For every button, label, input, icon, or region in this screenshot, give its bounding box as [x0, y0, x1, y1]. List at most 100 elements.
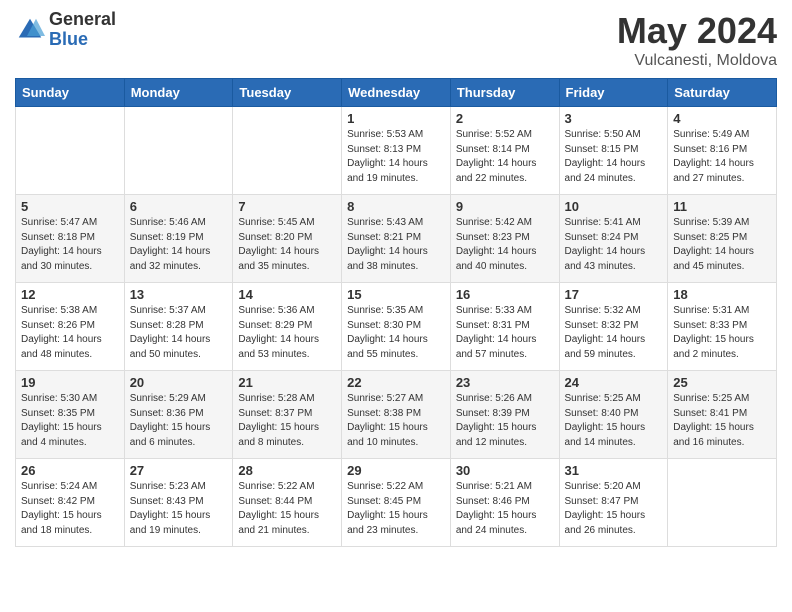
- day-number: 4: [673, 111, 771, 126]
- day-cell: 1 Sunrise: 5:53 AMSunset: 8:13 PMDaylight…: [342, 107, 451, 195]
- day-cell: 26 Sunrise: 5:24 AMSunset: 8:42 PMDayligh…: [16, 459, 125, 547]
- day-cell: 29 Sunrise: 5:22 AMSunset: 8:45 PMDayligh…: [342, 459, 451, 547]
- day-info: Sunrise: 5:45 AMSunset: 8:20 PMDaylight:…: [238, 216, 336, 274]
- day-number: 30: [456, 463, 554, 478]
- day-number: 27: [130, 463, 228, 478]
- col-header-wednesday: Wednesday: [342, 79, 451, 107]
- day-cell: 21 Sunrise: 5:28 AMSunset: 8:37 PMDayligh…: [233, 371, 342, 459]
- day-number: 9: [456, 199, 554, 214]
- week-row-2: 5 Sunrise: 5:47 AMSunset: 8:18 PMDaylight…: [16, 195, 777, 283]
- day-info: Sunrise: 5:33 AMSunset: 8:31 PMDaylight:…: [456, 304, 554, 362]
- day-cell: 19 Sunrise: 5:30 AMSunset: 8:35 PMDayligh…: [16, 371, 125, 459]
- day-number: 20: [130, 375, 228, 390]
- week-row-1: 1 Sunrise: 5:53 AMSunset: 8:13 PMDaylight…: [16, 107, 777, 195]
- day-number: 13: [130, 287, 228, 302]
- day-info: Sunrise: 5:22 AMSunset: 8:45 PMDaylight:…: [347, 480, 445, 538]
- day-number: 8: [347, 199, 445, 214]
- col-header-monday: Monday: [124, 79, 233, 107]
- day-cell: 30 Sunrise: 5:21 AMSunset: 8:46 PMDayligh…: [450, 459, 559, 547]
- day-info: Sunrise: 5:25 AMSunset: 8:41 PMDaylight:…: [673, 392, 771, 450]
- day-info: Sunrise: 5:47 AMSunset: 8:18 PMDaylight:…: [21, 216, 119, 274]
- day-number: 31: [565, 463, 663, 478]
- logo: General Blue: [15, 10, 116, 50]
- day-number: 22: [347, 375, 445, 390]
- day-info: Sunrise: 5:26 AMSunset: 8:39 PMDaylight:…: [456, 392, 554, 450]
- day-info: Sunrise: 5:46 AMSunset: 8:19 PMDaylight:…: [130, 216, 228, 274]
- day-number: 10: [565, 199, 663, 214]
- day-number: 24: [565, 375, 663, 390]
- col-header-sunday: Sunday: [16, 79, 125, 107]
- day-number: 6: [130, 199, 228, 214]
- day-number: 21: [238, 375, 336, 390]
- header-row: SundayMondayTuesdayWednesdayThursdayFrid…: [16, 79, 777, 107]
- day-cell: 31Sunrise: 5:20 AMSunset: 8:47 PMDayligh…: [559, 459, 668, 547]
- day-info: Sunrise: 5:52 AMSunset: 8:14 PMDaylight:…: [456, 128, 554, 186]
- col-header-saturday: Saturday: [668, 79, 777, 107]
- logo-text: General Blue: [49, 10, 116, 50]
- day-cell: 4Sunrise: 5:49 AMSunset: 8:16 PMDaylight…: [668, 107, 777, 195]
- day-info: Sunrise: 5:39 AMSunset: 8:25 PMDaylight:…: [673, 216, 771, 274]
- title-block: May 2024 Vulcanesti, Moldova: [617, 10, 777, 70]
- day-info: Sunrise: 5:43 AMSunset: 8:21 PMDaylight:…: [347, 216, 445, 274]
- day-number: 2: [456, 111, 554, 126]
- day-info: Sunrise: 5:41 AMSunset: 8:24 PMDaylight:…: [565, 216, 663, 274]
- week-row-5: 26 Sunrise: 5:24 AMSunset: 8:42 PMDayligh…: [16, 459, 777, 547]
- day-info: Sunrise: 5:31 AMSunset: 8:33 PMDaylight:…: [673, 304, 771, 362]
- day-cell: 22 Sunrise: 5:27 AMSunset: 8:38 PMDayligh…: [342, 371, 451, 459]
- col-header-friday: Friday: [559, 79, 668, 107]
- day-cell: 25 Sunrise: 5:25 AMSunset: 8:41 PMDayligh…: [668, 371, 777, 459]
- logo-icon: [15, 15, 45, 45]
- day-number: 7: [238, 199, 336, 214]
- main-title: May 2024: [617, 10, 777, 52]
- day-info: Sunrise: 5:30 AMSunset: 8:35 PMDaylight:…: [21, 392, 119, 450]
- day-number: 18: [673, 287, 771, 302]
- day-cell: [668, 459, 777, 547]
- day-number: 25: [673, 375, 771, 390]
- subtitle: Vulcanesti, Moldova: [617, 52, 777, 70]
- day-cell: 9Sunrise: 5:42 AMSunset: 8:23 PMDaylight…: [450, 195, 559, 283]
- day-cell: 7 Sunrise: 5:45 AMSunset: 8:20 PMDaylight…: [233, 195, 342, 283]
- day-info: Sunrise: 5:28 AMSunset: 8:37 PMDaylight:…: [238, 392, 336, 450]
- day-info: Sunrise: 5:24 AMSunset: 8:42 PMDaylight:…: [21, 480, 119, 538]
- day-cell: 8 Sunrise: 5:43 AMSunset: 8:21 PMDaylight…: [342, 195, 451, 283]
- day-info: Sunrise: 5:53 AMSunset: 8:13 PMDaylight:…: [347, 128, 445, 186]
- header: General Blue May 2024 Vulcanesti, Moldov…: [15, 10, 777, 70]
- day-cell: 16 Sunrise: 5:33 AMSunset: 8:31 PMDayligh…: [450, 283, 559, 371]
- day-number: 29: [347, 463, 445, 478]
- day-number: 1: [347, 111, 445, 126]
- day-info: Sunrise: 5:23 AMSunset: 8:43 PMDaylight:…: [130, 480, 228, 538]
- day-number: 16: [456, 287, 554, 302]
- day-cell: 11 Sunrise: 5:39 AMSunset: 8:25 PMDayligh…: [668, 195, 777, 283]
- day-info: Sunrise: 5:29 AMSunset: 8:36 PMDaylight:…: [130, 392, 228, 450]
- logo-blue-text: Blue: [49, 30, 116, 50]
- day-info: Sunrise: 5:32 AMSunset: 8:32 PMDaylight:…: [565, 304, 663, 362]
- day-number: 17: [565, 287, 663, 302]
- day-cell: 20 Sunrise: 5:29 AMSunset: 8:36 PMDayligh…: [124, 371, 233, 459]
- day-number: 5: [21, 199, 119, 214]
- col-header-thursday: Thursday: [450, 79, 559, 107]
- day-cell: [124, 107, 233, 195]
- day-cell: 23 Sunrise: 5:26 AMSunset: 8:39 PMDayligh…: [450, 371, 559, 459]
- day-number: 26: [21, 463, 119, 478]
- day-cell: 3Sunrise: 5:50 AMSunset: 8:15 PMDaylight…: [559, 107, 668, 195]
- day-info: Sunrise: 5:27 AMSunset: 8:38 PMDaylight:…: [347, 392, 445, 450]
- week-row-4: 19 Sunrise: 5:30 AMSunset: 8:35 PMDayligh…: [16, 371, 777, 459]
- day-number: 23: [456, 375, 554, 390]
- day-cell: [16, 107, 125, 195]
- day-cell: 18 Sunrise: 5:31 AMSunset: 8:33 PMDayligh…: [668, 283, 777, 371]
- day-number: 11: [673, 199, 771, 214]
- day-cell: 10 Sunrise: 5:41 AMSunset: 8:24 PMDayligh…: [559, 195, 668, 283]
- day-cell: 2 Sunrise: 5:52 AMSunset: 8:14 PMDaylight…: [450, 107, 559, 195]
- day-info: Sunrise: 5:25 AMSunset: 8:40 PMDaylight:…: [565, 392, 663, 450]
- day-info: Sunrise: 5:35 AMSunset: 8:30 PMDaylight:…: [347, 304, 445, 362]
- col-header-tuesday: Tuesday: [233, 79, 342, 107]
- week-row-3: 12Sunrise: 5:38 AMSunset: 8:26 PMDayligh…: [16, 283, 777, 371]
- day-info: Sunrise: 5:38 AMSunset: 8:26 PMDaylight:…: [21, 304, 119, 362]
- day-cell: 24 Sunrise: 5:25 AMSunset: 8:40 PMDayligh…: [559, 371, 668, 459]
- day-number: 19: [21, 375, 119, 390]
- day-info: Sunrise: 5:21 AMSunset: 8:46 PMDaylight:…: [456, 480, 554, 538]
- day-info: Sunrise: 5:37 AMSunset: 8:28 PMDaylight:…: [130, 304, 228, 362]
- day-cell: 15Sunrise: 5:35 AMSunset: 8:30 PMDayligh…: [342, 283, 451, 371]
- day-cell: 27 Sunrise: 5:23 AMSunset: 8:43 PMDayligh…: [124, 459, 233, 547]
- day-info: Sunrise: 5:22 AMSunset: 8:44 PMDaylight:…: [238, 480, 336, 538]
